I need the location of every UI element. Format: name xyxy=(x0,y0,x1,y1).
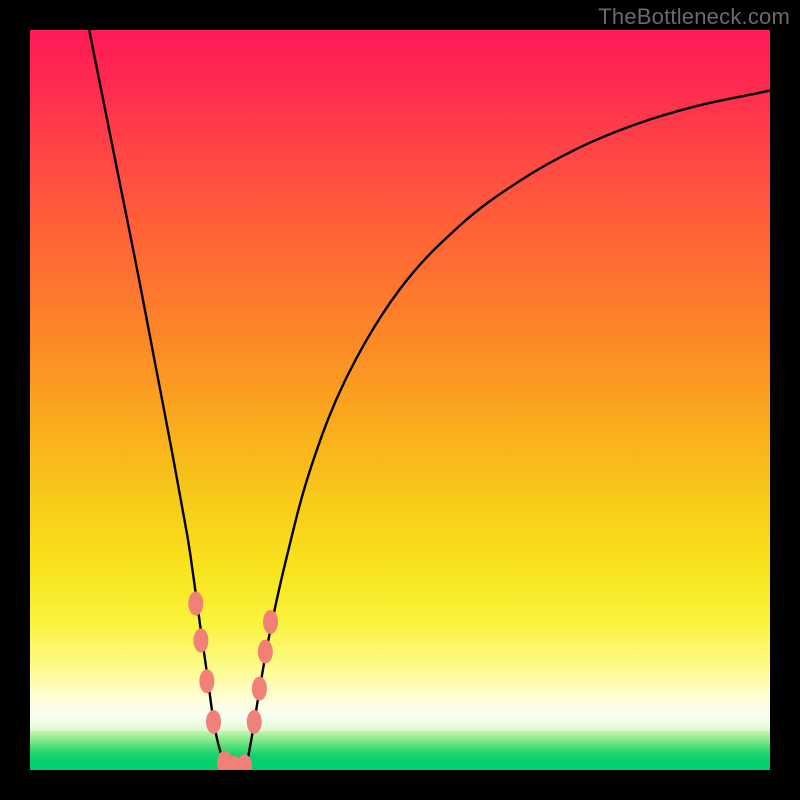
right-cluster-marker xyxy=(258,640,273,664)
right-cluster-marker xyxy=(247,710,262,734)
left-cluster-marker xyxy=(193,629,208,653)
markers-group xyxy=(188,592,278,771)
left-cluster-marker xyxy=(188,592,203,616)
plot-area xyxy=(30,30,770,770)
bottleneck-curve xyxy=(89,30,770,770)
right-cluster-marker xyxy=(252,677,267,701)
left-cluster-marker xyxy=(206,710,221,734)
bottom-cluster-marker xyxy=(237,754,252,770)
chart-frame: TheBottleneck.com xyxy=(0,0,800,800)
bottleneck-curve-svg xyxy=(30,30,770,770)
right-cluster-marker xyxy=(263,610,278,634)
left-cluster-marker xyxy=(199,669,214,693)
watermark-text: TheBottleneck.com xyxy=(598,4,790,30)
curve-group xyxy=(89,30,770,770)
